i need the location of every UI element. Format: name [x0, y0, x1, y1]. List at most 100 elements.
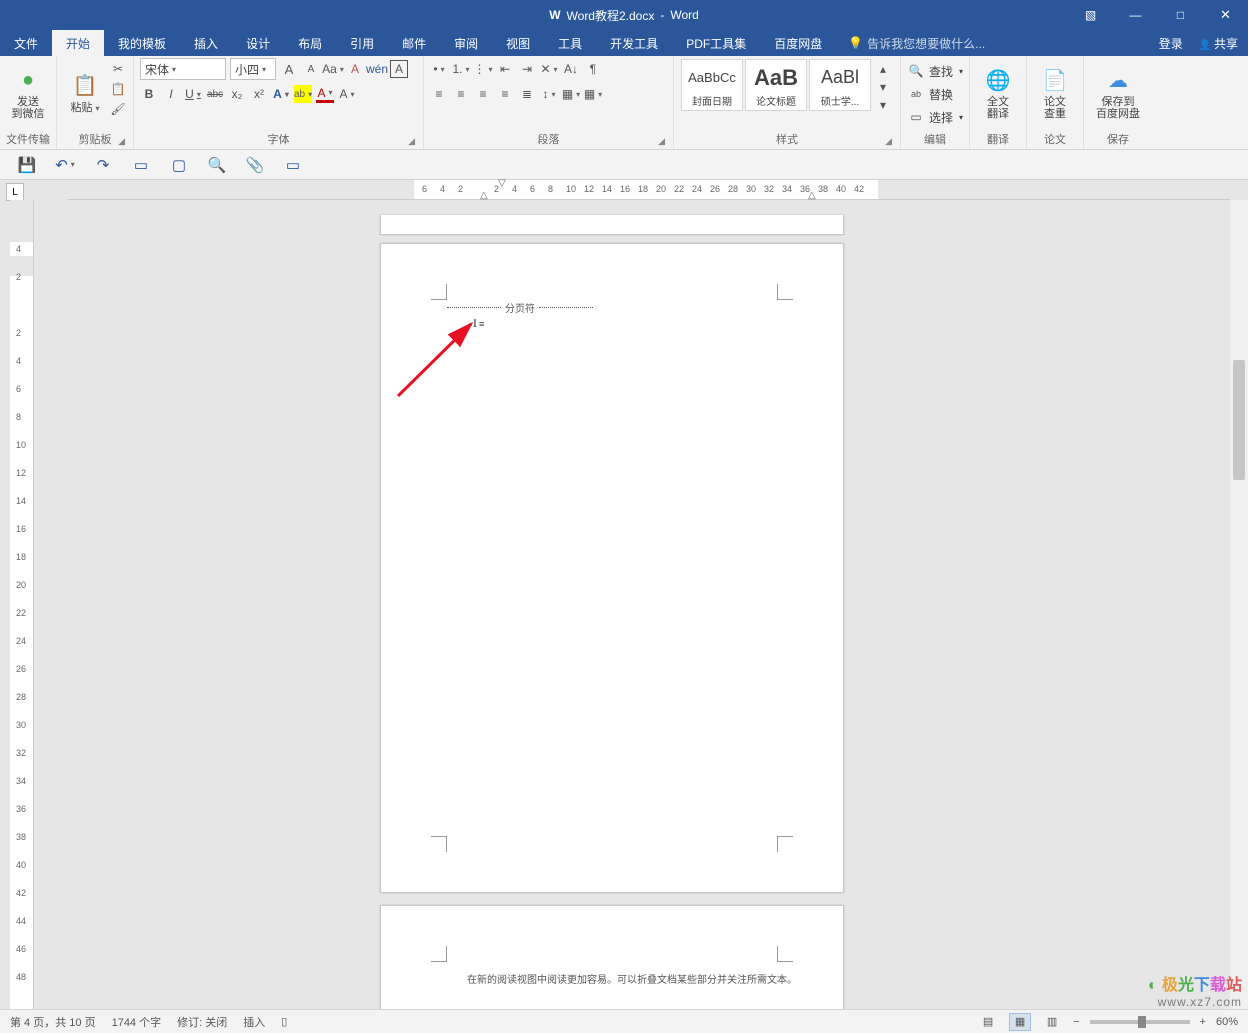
redo-icon[interactable]: ↷: [94, 156, 112, 174]
styles-down-icon[interactable]: ▾: [874, 78, 892, 96]
align-justify-icon[interactable]: ≡: [496, 85, 514, 103]
highlight-icon[interactable]: ab: [294, 85, 312, 103]
line-spacing-icon[interactable]: ↕: [540, 85, 558, 103]
tab-tools[interactable]: 工具: [544, 30, 596, 56]
tab-design[interactable]: 设计: [232, 30, 284, 56]
find-button[interactable]: 🔍查找▾: [907, 60, 963, 82]
insert-mode[interactable]: 插入: [243, 1014, 265, 1030]
styles-more-icon[interactable]: ▾: [874, 96, 892, 114]
shrink-font-icon[interactable]: A: [302, 60, 320, 78]
qat-mode-icon[interactable]: ▭: [284, 156, 302, 174]
align-right-icon[interactable]: ≡: [474, 85, 492, 103]
send-to-wechat-button[interactable]: ● 发送 到微信: [6, 58, 50, 128]
translate-button[interactable]: 🌐 全文 翻译: [976, 58, 1020, 128]
tab-layout[interactable]: 布局: [284, 30, 336, 56]
char-border-icon[interactable]: A: [390, 60, 408, 78]
paste-button[interactable]: 📋 粘贴: [63, 58, 107, 128]
undo-icon[interactable]: ↶: [56, 156, 74, 174]
zoom-in-icon[interactable]: +: [1200, 1016, 1206, 1028]
numbering-icon[interactable]: 1.: [452, 60, 470, 78]
qat-attach-icon[interactable]: 📎: [246, 156, 264, 174]
tab-insert[interactable]: 插入: [180, 30, 232, 56]
close-icon[interactable]: ✕: [1203, 0, 1248, 30]
ribbon-display-icon[interactable]: ▧: [1068, 0, 1113, 30]
qat-new-icon[interactable]: ▢: [170, 156, 188, 174]
grow-font-icon[interactable]: A: [280, 60, 298, 78]
qat-preview-icon[interactable]: 🔍: [208, 156, 226, 174]
select-button[interactable]: ▭选择▾: [907, 106, 963, 128]
zoom-level[interactable]: 60%: [1216, 1016, 1238, 1028]
minimize-icon[interactable]: —: [1113, 0, 1158, 30]
tab-baidu-netdisk[interactable]: 百度网盘: [760, 30, 836, 56]
bullets-icon[interactable]: •: [430, 60, 448, 78]
save-icon[interactable]: 💾: [18, 156, 36, 174]
tab-selector[interactable]: L: [6, 183, 24, 201]
tab-pdf-tools[interactable]: PDF工具集: [672, 30, 760, 56]
clear-format-icon[interactable]: A: [346, 60, 364, 78]
decrease-indent-icon[interactable]: ⇤: [496, 60, 514, 78]
paragraph-launcher-icon[interactable]: ◢: [658, 136, 665, 147]
clipboard-launcher-icon[interactable]: ◢: [118, 136, 125, 147]
document-page[interactable]: 分页符 I≡: [380, 243, 844, 893]
font-size-combo[interactable]: 小四: [230, 58, 276, 80]
hanging-indent-icon[interactable]: △: [480, 190, 488, 201]
text-effects-icon[interactable]: A: [272, 85, 290, 103]
char-shading-icon[interactable]: A: [338, 85, 356, 103]
align-center-icon[interactable]: ≡: [452, 85, 470, 103]
qat-spread-icon[interactable]: ▭: [132, 156, 150, 174]
style-cover-date[interactable]: AaBbCc 封面日期: [681, 59, 743, 111]
style-master[interactable]: AaBl 硕士学...: [809, 59, 871, 111]
tab-mailings[interactable]: 邮件: [388, 30, 440, 56]
style-thesis-title[interactable]: AaB 论文标题: [745, 59, 807, 111]
tab-view[interactable]: 视图: [492, 30, 544, 56]
vertical-ruler[interactable]: 4224681012141618202224262830323436384042…: [10, 200, 34, 1009]
vertical-scrollbar[interactable]: [1230, 200, 1248, 1009]
tab-my-templates[interactable]: 我的模板: [104, 30, 180, 56]
subscript-icon[interactable]: x₂: [228, 85, 246, 103]
replace-button[interactable]: ab替换: [907, 83, 953, 105]
thesis-check-button[interactable]: 📄 论文 查重: [1033, 58, 1077, 128]
font-launcher-icon[interactable]: ◢: [408, 136, 415, 147]
tab-review[interactable]: 审阅: [440, 30, 492, 56]
cut-icon[interactable]: ✂: [109, 60, 127, 78]
underline-icon[interactable]: U: [184, 85, 202, 103]
tab-developer[interactable]: 开发工具: [596, 30, 672, 56]
font-color-icon[interactable]: A: [316, 85, 334, 103]
styles-up-icon[interactable]: ▴: [874, 60, 892, 78]
tab-file[interactable]: 文件: [0, 30, 52, 56]
borders-icon[interactable]: ▦: [584, 85, 602, 103]
scrollbar-thumb[interactable]: [1233, 360, 1245, 480]
tell-me-search[interactable]: 💡 告诉我您想要做什么...: [848, 30, 985, 56]
page-indicator[interactable]: 第 4 页，共 10 页: [10, 1014, 96, 1030]
sort-icon[interactable]: A↓: [562, 60, 580, 78]
maximize-icon[interactable]: □: [1158, 0, 1203, 30]
font-name-combo[interactable]: 宋体: [140, 58, 226, 80]
superscript-icon[interactable]: x²: [250, 85, 268, 103]
zoom-slider[interactable]: [1090, 1020, 1190, 1024]
login-button[interactable]: 登录: [1159, 35, 1183, 52]
format-painter-icon[interactable]: 🖌: [109, 100, 127, 118]
tab-references[interactable]: 引用: [336, 30, 388, 56]
styles-launcher-icon[interactable]: ◢: [885, 136, 892, 147]
strike-icon[interactable]: abc: [206, 85, 224, 103]
zoom-out-icon[interactable]: −: [1073, 1016, 1079, 1028]
web-layout-icon[interactable]: ▥: [1041, 1013, 1063, 1031]
show-marks-icon[interactable]: ¶: [584, 60, 602, 78]
bold-icon[interactable]: B: [140, 85, 158, 103]
track-changes-status[interactable]: 修订: 关闭: [177, 1014, 227, 1030]
multilevel-icon[interactable]: ⋮: [474, 60, 492, 78]
change-case-icon[interactable]: Aa: [324, 60, 342, 78]
tab-home[interactable]: 开始: [52, 30, 104, 56]
horizontal-ruler[interactable]: ▽ △ △ 6422468101214161820222426283032343…: [68, 180, 1230, 200]
word-count[interactable]: 1744 个字: [112, 1014, 162, 1030]
share-button[interactable]: 👤 共享: [1199, 35, 1238, 52]
read-mode-icon[interactable]: ▤: [977, 1013, 999, 1031]
save-to-netdisk-button[interactable]: ☁ 保存到 百度网盘: [1090, 58, 1146, 128]
align-left-icon[interactable]: ≡: [430, 85, 448, 103]
print-layout-icon[interactable]: ▦: [1009, 1013, 1031, 1031]
copy-icon[interactable]: 📋: [109, 80, 127, 98]
distribute-icon[interactable]: ≣: [518, 85, 536, 103]
language-icon[interactable]: ▯: [281, 1015, 287, 1028]
increase-indent-icon[interactable]: ⇥: [518, 60, 536, 78]
italic-icon[interactable]: I: [162, 85, 180, 103]
